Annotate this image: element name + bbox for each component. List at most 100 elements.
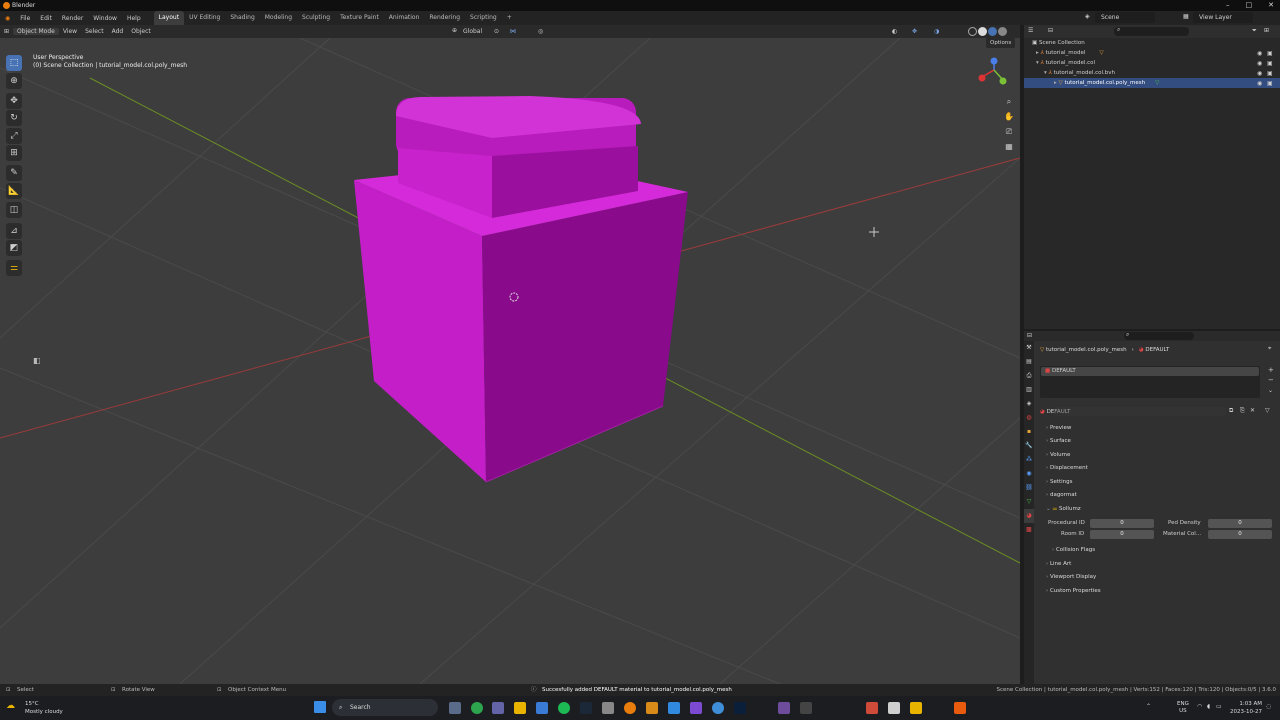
procedural-id-field[interactable]: 0: [1090, 519, 1154, 528]
tab-layout[interactable]: Layout: [153, 11, 185, 25]
view-layer-selector[interactable]: View Layer: [1193, 12, 1253, 23]
blender-taskbar-icon[interactable]: [624, 702, 636, 714]
render-camera-icon[interactable]: ▣: [1267, 59, 1273, 69]
pin-icon[interactable]: ⌖: [1268, 345, 1271, 353]
outliner-editor-icon[interactable]: ☰: [1028, 27, 1033, 34]
unlink-icon[interactable]: ✕: [1250, 407, 1255, 414]
camera-view-icon[interactable]: ⎚: [1003, 126, 1015, 138]
add-slot-button[interactable]: +: [1268, 366, 1274, 374]
duplicate-icon[interactable]: ⎘: [1240, 407, 1245, 415]
mesh-data-tab-icon[interactable]: ▽: [1024, 495, 1034, 509]
volume-icon[interactable]: ◖: [1207, 703, 1210, 710]
visibility-icon[interactable]: ◐: [892, 26, 897, 37]
tab-modeling[interactable]: Modeling: [260, 11, 297, 25]
subpanel-collision-flags[interactable]: › Collision Flags: [1052, 544, 1280, 556]
app-orange-icon[interactable]: [954, 702, 966, 714]
sollumz-tool-icon[interactable]: ⚌: [6, 260, 22, 276]
weather-icon[interactable]: ☁: [6, 701, 15, 711]
material-col-field[interactable]: 0: [1208, 530, 1272, 539]
measure-tool-icon[interactable]: 📐: [6, 183, 22, 199]
sidebar-toggle-icon[interactable]: ◧: [33, 356, 41, 365]
particles-tab-icon[interactable]: ⁂: [1024, 453, 1034, 467]
filter-icon[interactable]: ⏷: [1252, 27, 1257, 35]
menu-add[interactable]: Add: [108, 28, 128, 35]
outliner-item[interactable]: ▸ ⅄ tutorial_model ▽: [1024, 48, 1280, 58]
transform-tool-icon[interactable]: ⊞: [6, 145, 22, 161]
remove-slot-button[interactable]: −: [1268, 376, 1274, 384]
modifier-tab-icon[interactable]: 🔧: [1024, 439, 1034, 453]
visibility-eye-icon[interactable]: ◉: [1257, 59, 1262, 69]
render-camera-icon[interactable]: ▣: [1267, 49, 1273, 59]
vlc-icon[interactable]: [646, 702, 658, 714]
outliner-item[interactable]: ▾ ⅄ tutorial_model.col.bvh: [1024, 68, 1280, 78]
proportional-edit-icon[interactable]: ◎: [538, 26, 543, 37]
outliner-item[interactable]: ▾ ⅄ tutorial_model.col: [1024, 58, 1280, 68]
transform-orientation-select[interactable]: Global: [460, 26, 485, 37]
perspective-toggle-icon[interactable]: ▦: [1003, 141, 1015, 153]
material-shading-icon[interactable]: [988, 27, 997, 36]
panel-viewport-display[interactable]: › Viewport Display: [1046, 571, 1276, 583]
ped-density-field[interactable]: 0: [1208, 519, 1272, 528]
physics-tab-icon[interactable]: ◉: [1024, 467, 1034, 481]
minimize-button[interactable]: –: [1226, 0, 1230, 11]
outliner-search-input[interactable]: [1114, 27, 1189, 36]
github-icon[interactable]: [778, 702, 790, 714]
annotate-tool-icon[interactable]: ✎: [6, 165, 22, 181]
chrome-icon[interactable]: [471, 702, 483, 714]
steam-icon[interactable]: [580, 702, 592, 714]
cursor-tool-icon[interactable]: ⊕: [6, 73, 22, 89]
rotate-tool-icon[interactable]: ↻: [6, 110, 22, 126]
panel-line-art[interactable]: › Line Art: [1046, 558, 1276, 570]
task-view-icon[interactable]: [449, 702, 461, 714]
clock[interactable]: 1:03 AM 2023-10-27: [1226, 700, 1262, 716]
3d-viewport[interactable]: User Perspective (0) Scene Collection | …: [0, 38, 1020, 684]
tab-sculpting[interactable]: Sculpting: [297, 11, 335, 25]
tray-chevron-icon[interactable]: ⌃: [1146, 703, 1151, 710]
outliner-item-selected[interactable]: ▸ ▽ tutorial_model.col.poly_mesh ▽: [1024, 78, 1280, 88]
constraints-tab-icon[interactable]: ⛓: [1024, 481, 1034, 495]
editor-type-icon[interactable]: ⊞: [0, 28, 13, 35]
pan-hand-icon[interactable]: ✋: [1003, 111, 1015, 123]
notification-icon[interactable]: ◌: [1266, 703, 1271, 710]
vscode-icon[interactable]: [668, 702, 680, 714]
menu-view[interactable]: View: [59, 28, 81, 35]
rendered-shading-icon[interactable]: [998, 27, 1007, 36]
texture-tab-icon[interactable]: ▩: [1024, 523, 1034, 537]
world-tab-icon[interactable]: ◍: [1024, 411, 1034, 425]
add-workspace-button[interactable]: +: [502, 11, 517, 25]
app-tool-icon[interactable]: [800, 702, 812, 714]
properties-search-input[interactable]: [1124, 332, 1194, 340]
material-slot-list[interactable]: ■ DEFAULT: [1040, 366, 1260, 398]
menu-select[interactable]: Select: [81, 28, 108, 35]
output-tab-icon[interactable]: ⎙: [1024, 369, 1034, 383]
options-dropdown[interactable]: Options: [986, 38, 1016, 48]
scene-tab-icon[interactable]: ◈: [1024, 397, 1034, 411]
panel-custom-properties[interactable]: › Custom Properties: [1046, 585, 1276, 597]
solid-shading-icon[interactable]: [978, 27, 987, 36]
material-tab-icon[interactable]: ◕: [1024, 509, 1034, 523]
tool-tab-icon[interactable]: ⚒: [1024, 341, 1034, 355]
menu-object[interactable]: Object: [127, 28, 155, 35]
tab-animation[interactable]: Animation: [384, 11, 425, 25]
menu-window[interactable]: Window: [88, 15, 122, 22]
visibility-eye-icon[interactable]: ◉: [1257, 69, 1262, 79]
object-tab-icon[interactable]: ▪: [1024, 425, 1034, 439]
render-camera-icon[interactable]: ▣: [1267, 79, 1273, 89]
render-camera-icon[interactable]: ▣: [1267, 69, 1273, 79]
slot-specials-icon[interactable]: ⌄: [1268, 387, 1273, 394]
select-box-tool-icon[interactable]: ⬚: [6, 55, 22, 71]
language-indicator[interactable]: ENG US: [1177, 701, 1189, 715]
teams-icon[interactable]: [492, 702, 504, 714]
new-collection-icon[interactable]: ⊞: [1264, 27, 1269, 34]
panel-volume[interactable]: › Volume: [1046, 449, 1276, 461]
view-layer-tab-icon[interactable]: ▥: [1024, 383, 1034, 397]
file-explorer-icon[interactable]: [514, 702, 526, 714]
wireframe-shading-icon[interactable]: [968, 27, 977, 36]
notepad-icon[interactable]: [888, 702, 900, 714]
panel-dagormat[interactable]: › dagormat: [1046, 489, 1276, 501]
visibility-eye-icon[interactable]: ◉: [1257, 79, 1262, 89]
menu-edit[interactable]: Edit: [35, 15, 57, 22]
tab-shading[interactable]: Shading: [225, 11, 259, 25]
panel-displacement[interactable]: › Displacement: [1046, 462, 1276, 474]
add-cube-tool-icon[interactable]: ◫: [6, 202, 22, 218]
